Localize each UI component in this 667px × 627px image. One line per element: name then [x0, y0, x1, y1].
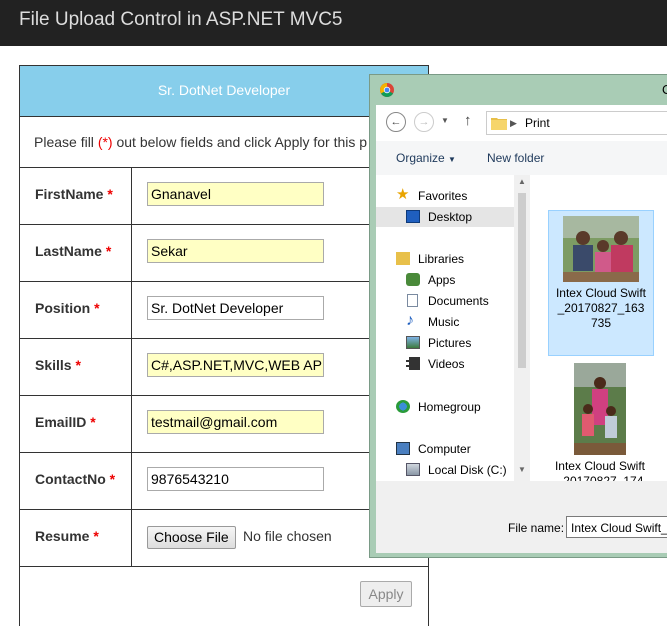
- file-name-label: File name:: [508, 521, 565, 535]
- form-instructions: Please fill (*) out below fields and cli…: [34, 134, 368, 150]
- required-indicator: (*): [97, 134, 113, 150]
- top-navbar: File Upload Control in ASP.NET MVC5: [0, 0, 667, 46]
- choose-file-button[interactable]: Choose File: [147, 526, 236, 549]
- nav-scrollbar[interactable]: ▲ ▼: [514, 175, 530, 481]
- organize-button[interactable]: Organize ▼: [396, 151, 456, 165]
- up-arrow-icon[interactable]: ↑: [464, 112, 472, 129]
- nav-item-libraries[interactable]: Libraries: [376, 249, 514, 269]
- address-path: Print: [525, 116, 550, 130]
- application-form: Sr. DotNet Developer Please fill (*) out…: [19, 65, 429, 626]
- new-folder-button[interactable]: New folder: [487, 151, 544, 165]
- dialog-body: ← → ▼ ↑ ▶ Print Organize ▼ New folder ★ …: [376, 105, 667, 553]
- required-star: *: [107, 186, 113, 202]
- file-name-bar: File name: Intex Cloud Swift_2: [376, 481, 667, 553]
- file-name: Intex Cloud Swift_20170827_163735: [555, 286, 647, 330]
- nav-item-desktop[interactable]: Desktop: [376, 207, 514, 227]
- skills-label: Skills: [35, 357, 72, 373]
- skills-row: Skills * C#,ASP.NET,MVC,WEB AP: [20, 338, 428, 395]
- computer-icon: [396, 442, 410, 455]
- dialog-nav-bar: ← → ▼ ↑ ▶ Print: [376, 105, 667, 142]
- star-icon: ★: [396, 186, 410, 203]
- nav-item-videos[interactable]: Videos: [376, 354, 514, 374]
- nav-item-documents[interactable]: Documents: [376, 291, 514, 311]
- nav-item-favorites[interactable]: ★ Favorites: [376, 186, 514, 206]
- back-arrow-icon[interactable]: ←: [386, 112, 406, 132]
- firstname-input[interactable]: Gnanavel: [147, 182, 324, 206]
- chevron-down-icon: ▼: [448, 155, 456, 164]
- forward-arrow-icon[interactable]: →: [414, 112, 434, 132]
- lastname-row: LastName * Sekar: [20, 224, 428, 281]
- file-name-input[interactable]: Intex Cloud Swift_2: [566, 516, 667, 538]
- resume-label: Resume: [35, 528, 90, 544]
- nav-item-homegroup[interactable]: Homegroup: [376, 397, 514, 417]
- firstname-label: FirstName: [35, 186, 104, 202]
- nav-item-local-disk[interactable]: Local Disk (C:): [376, 460, 514, 480]
- file-list: Intex Cloud Swift_20170827_163735 Intex …: [530, 175, 667, 503]
- file-item[interactable]: Intex Cloud Swift_20170827_163735: [548, 210, 654, 356]
- photo-thumbnail: [563, 216, 639, 282]
- contactno-input[interactable]: 9876543210: [147, 467, 324, 491]
- disk-icon: [406, 463, 420, 476]
- apps-icon: [406, 273, 420, 286]
- contactno-row: ContactNo * 9876543210: [20, 452, 428, 509]
- nav-item-computer[interactable]: Computer: [376, 439, 514, 459]
- nav-item-music[interactable]: ♪ Music: [376, 312, 514, 332]
- file-item[interactable]: Intex Cloud Swift_20170827_174222: [548, 361, 652, 503]
- apply-button[interactable]: Apply: [360, 581, 412, 607]
- scroll-up-icon: ▲: [518, 177, 526, 186]
- breadcrumb-chevron-icon: ▶: [510, 118, 517, 128]
- scroll-down-icon: ▼: [518, 465, 526, 474]
- scrollbar-thumb[interactable]: [518, 193, 526, 368]
- nav-item-pictures[interactable]: Pictures: [376, 333, 514, 353]
- position-input[interactable]: Sr. DotNet Developer: [147, 296, 324, 320]
- music-icon: ♪: [406, 312, 414, 329]
- emailid-row: EmailID * testmail@gmail.com: [20, 395, 428, 452]
- page-title: File Upload Control in ASP.NET MVC5: [19, 9, 343, 30]
- dialog-command-bar: Organize ▼ New folder: [376, 141, 667, 176]
- lastname-label: LastName: [35, 243, 102, 259]
- required-star: *: [93, 528, 99, 544]
- recent-dropdown-icon[interactable]: ▼: [441, 116, 449, 125]
- nav-item-apps[interactable]: Apps: [376, 270, 514, 290]
- resume-row: Resume * Choose File No file chosen: [20, 509, 428, 566]
- desktop-icon: [406, 210, 420, 223]
- file-open-dialog: O ← → ▼ ↑ ▶ Print Organize ▼ New folder …: [369, 74, 667, 558]
- pictures-icon: [406, 336, 420, 349]
- position-row: Position * Sr. DotNet Developer: [20, 281, 428, 338]
- homegroup-icon: [396, 400, 410, 413]
- file-status: No file chosen: [243, 528, 332, 544]
- address-bar[interactable]: ▶ Print: [486, 111, 667, 135]
- required-star: *: [109, 471, 116, 487]
- emailid-input[interactable]: testmail@gmail.com: [147, 410, 324, 434]
- skills-input[interactable]: C#,ASP.NET,MVC,WEB AP: [147, 353, 324, 377]
- required-star: *: [105, 243, 112, 259]
- photo-thumbnail: [574, 363, 626, 455]
- dialog-title: O: [662, 82, 667, 97]
- required-star: *: [90, 414, 96, 430]
- required-star: *: [94, 300, 100, 316]
- documents-icon: [407, 294, 418, 307]
- position-label: Position: [35, 300, 91, 316]
- firstname-row: FirstName * Gnanavel: [20, 167, 428, 224]
- required-star: *: [75, 357, 81, 373]
- form-header: Sr. DotNet Developer: [20, 66, 428, 117]
- libraries-icon: [396, 252, 410, 265]
- folder-icon: [491, 118, 507, 130]
- navigation-pane: ★ Favorites Desktop Libraries Apps Docum…: [376, 175, 514, 481]
- emailid-label: EmailID: [35, 414, 87, 430]
- lastname-input[interactable]: Sekar: [147, 239, 324, 263]
- contactno-label: ContactNo: [35, 471, 106, 487]
- videos-icon: [406, 357, 420, 370]
- chrome-icon: [380, 83, 394, 97]
- form-header-title: Sr. DotNet Developer: [157, 82, 291, 98]
